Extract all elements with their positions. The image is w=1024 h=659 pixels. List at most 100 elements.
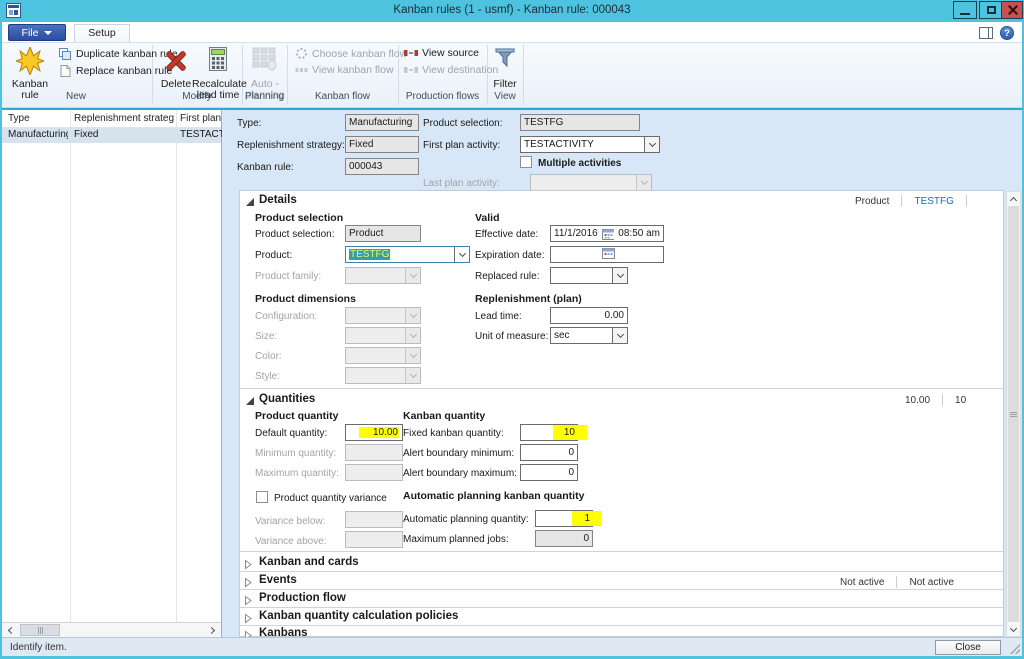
view-kanban-flow-icon [295,65,308,75]
details-summary-product-link[interactable]: TESTFG [914,196,953,207]
filter-button[interactable]: Filter [487,79,523,90]
section-kanban-quantity-calculation-policies[interactable]: Kanban quantity calculation policies [259,610,458,622]
product-combo[interactable]: TESTFG [345,246,470,263]
section-production-flow[interactable]: Production flow [259,592,346,604]
auto-planning-icon [252,47,278,71]
dropdown-arrow-icon[interactable] [644,137,659,152]
group-kanban-quantity: Kanban quantity [403,410,485,422]
scrollbar-thumb[interactable] [1008,206,1019,622]
color-combo [345,347,421,364]
unit-of-measure-combo[interactable]: sec [550,327,628,344]
group-label-view: View [487,91,523,105]
resize-grip[interactable] [1010,644,1020,654]
product-family-label: Product family: [255,271,321,282]
dropdown-arrow-icon[interactable] [454,247,469,262]
alert-boundary-minimum-field[interactable]: 0 [520,444,578,461]
replaced-rule-combo[interactable] [550,267,628,284]
choose-kanban-flow-button: Choose kanban flow [295,47,407,60]
configuration-combo [345,307,421,324]
automatic-planning-quantity-value: 1 [584,511,590,526]
alert-boundary-maximum-field[interactable]: 0 [520,464,578,481]
section-events[interactable]: Events [259,574,297,586]
first-plan-activity-combo[interactable]: TESTACTIVITY [520,136,660,153]
kanban-cards-collapsed-icon [244,559,253,570]
effective-time-value: 08:50 am [618,226,660,241]
events-summary: Not active Not active [840,576,954,588]
effective-date-field[interactable]: 11/1/2016 08:50 am [550,225,664,242]
minimize-button[interactable] [953,1,977,19]
kanban-rule-label: Kanban rule: [237,162,294,173]
section-details[interactable]: Details [259,194,297,206]
fixed-kanban-quantity-field[interactable]: 10 [520,424,578,441]
scroll-left-button[interactable] [3,623,18,637]
group-label-kanban-flow: Kanban flow [287,91,398,105]
section-quantities[interactable]: Quantities [259,393,315,405]
maximize-button[interactable] [979,1,1003,19]
chevron-down-icon [44,31,52,35]
section-kanban-and-cards[interactable]: Kanban and cards [259,556,359,568]
kanban-rule-icon [16,47,44,75]
ribbon-separator [523,45,524,105]
close-window-button[interactable] [1001,1,1023,19]
events-collapsed-icon [244,577,253,588]
first-plan-activity-value: TESTACTIVITY [524,139,594,150]
calc-policies-collapsed-icon [244,613,253,624]
vertical-scrollbar[interactable] [1006,191,1021,637]
window-title: Kanban rules (1 - usmf) - Kanban rule: 0… [0,4,1024,16]
scroll-up-button[interactable] [1007,192,1020,206]
view-source-icon [404,48,418,58]
grid-column-type[interactable]: Type [8,113,66,124]
calendar-icon[interactable] [602,247,615,259]
group-label-planning: Planning [242,91,287,105]
choose-kanban-flow-label: Choose kanban flow [312,48,407,60]
lead-time-field[interactable]: 0.00 [550,307,628,324]
grid-column-strategy[interactable]: Replenishment strategy [74,113,174,124]
product-quantity-variance-label: Product quantity variance [274,493,387,504]
layout-pane-icon[interactable] [979,27,993,39]
automatic-planning-quantity-label: Automatic planning quantity: [403,514,529,525]
expiration-date-field[interactable] [550,246,664,263]
grid-column-first-plan-activity[interactable]: First plan ac [180,113,222,124]
statusbar: Identify item. Close [2,637,1022,656]
multiple-activities-checkbox[interactable] [520,156,532,168]
dropdown-arrow-icon[interactable] [612,268,627,283]
quantities-summary-fixed: 10 [955,395,966,406]
alert-boundary-minimum-label: Alert boundary minimum: [403,448,514,459]
product-quantity-variance-checkbox[interactable] [256,491,268,503]
duplicate-kanban-rule-button[interactable]: Duplicate kanban rule [58,47,178,61]
automatic-planning-quantity-field[interactable]: 1 [535,510,593,527]
effective-date-label: Effective date: [475,229,538,240]
section-separator [240,589,1003,590]
titlebar: Kanban rules (1 - usmf) - Kanban rule: 0… [0,0,1024,22]
product-selection-label: Product selection: [423,118,503,129]
grid-horizontal-scrollbar[interactable] [2,622,221,637]
close-button[interactable]: Close [935,640,1001,655]
table-row[interactable]: Manufacturing Fixed TESTACTIVIT [2,128,221,143]
grid-column-separator [70,110,71,622]
status-message: Identify item. [10,642,67,653]
unit-of-measure-label: Unit of measure: [475,331,548,342]
default-quantity-field[interactable]: 10.00 [345,424,403,441]
view-source-button[interactable]: View source [404,47,479,59]
product-selection-field: TESTFG [520,114,640,131]
grid-column-separator [176,110,177,622]
calendar-icon[interactable] [602,228,615,240]
help-icon[interactable]: ? [1000,26,1014,40]
file-menu-button[interactable]: File [8,24,66,41]
choose-kanban-flow-icon [295,47,308,60]
kanban-rule-field: 000043 [345,158,419,175]
delete-button[interactable]: Delete [156,79,196,90]
scroll-right-button[interactable] [205,623,220,637]
variance-below-label: Variance below: [255,516,325,527]
dropdown-arrow-icon[interactable] [612,328,627,343]
variance-above-label: Variance above: [255,536,327,547]
maximum-planned-jobs-label: Maximum planned jobs: [403,534,509,545]
replace-kanban-rule-button[interactable]: Replace kanban rule [58,64,172,78]
ribbon: Kanban rule Duplicate kanban rule Replac… [0,42,1024,108]
scroll-down-button[interactable] [1007,622,1020,636]
recalculate-lead-time-icon [208,46,228,72]
product-value-selected: TESTFG [349,249,390,260]
tab-setup[interactable]: Setup [74,24,130,42]
details-product-selection-field: Product [345,225,421,242]
scrollbar-thumb[interactable] [20,624,60,636]
